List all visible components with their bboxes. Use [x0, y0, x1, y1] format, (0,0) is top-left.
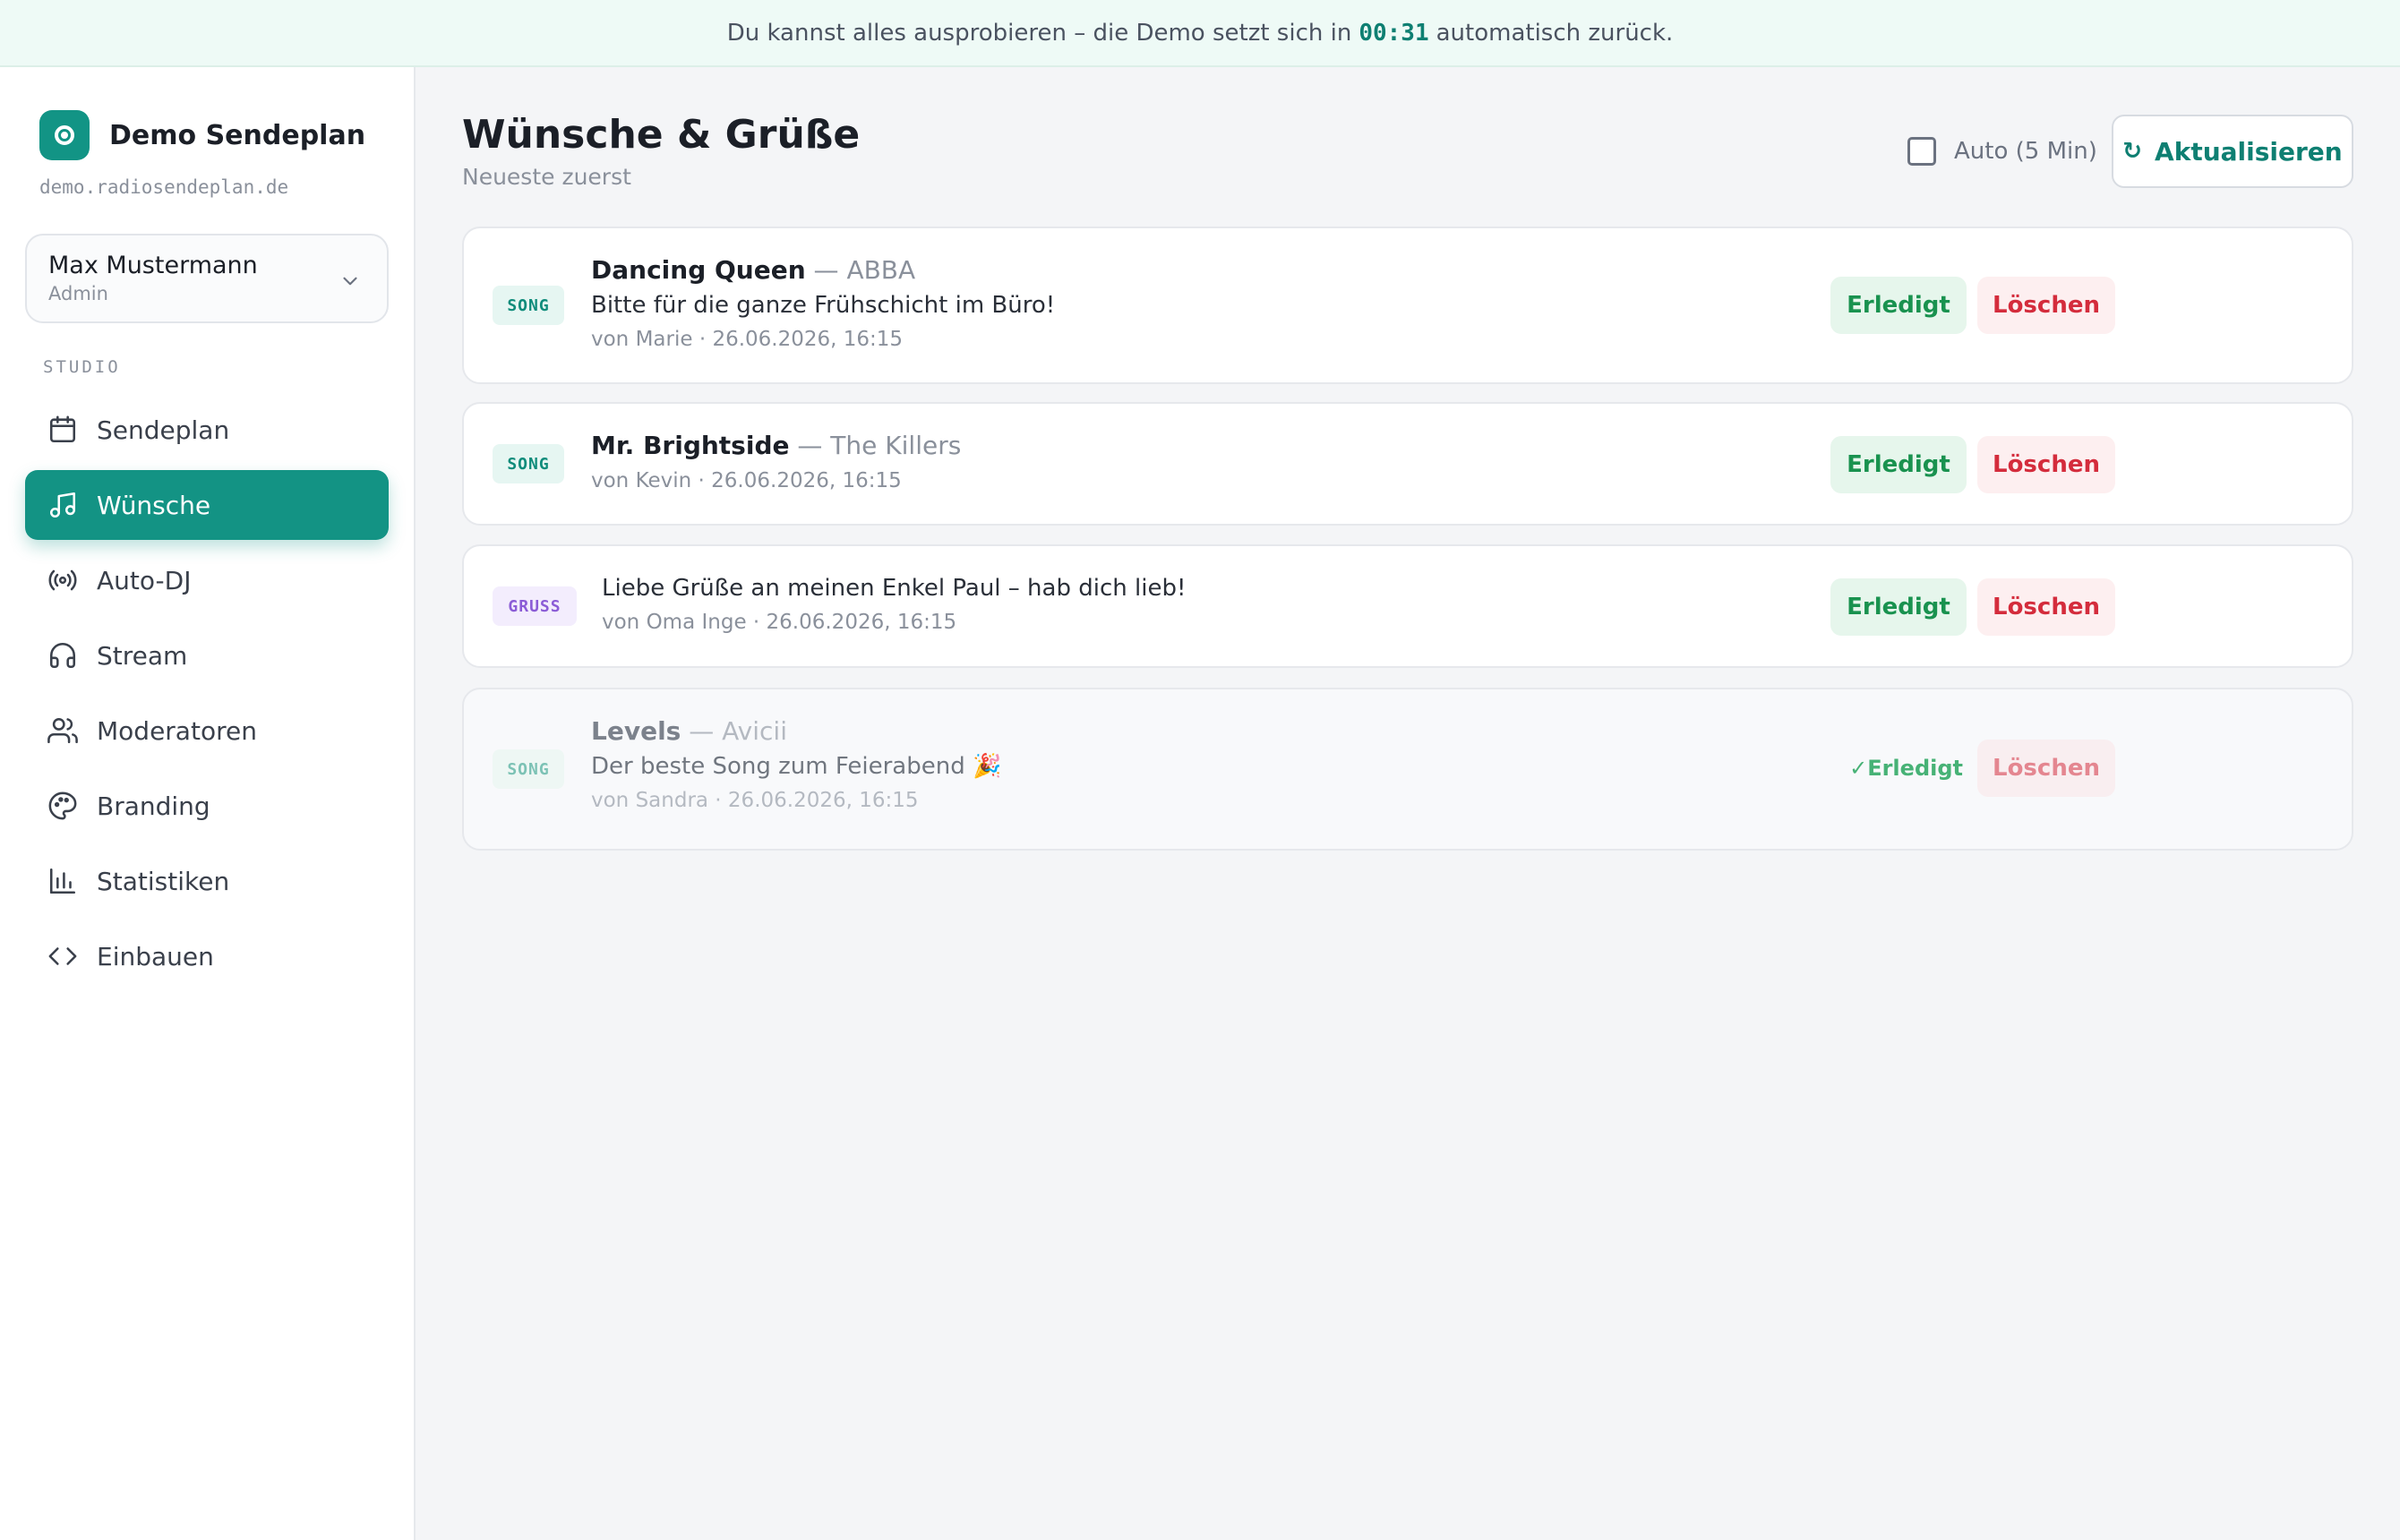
palette-icon — [47, 790, 79, 822]
chevron-down-icon — [339, 270, 362, 296]
request-meta: von Marie · 26.06.2026, 16:15 — [591, 328, 904, 351]
song-title: Dancing Queen — [591, 255, 806, 285]
delete-button[interactable]: Löschen — [1977, 578, 2115, 636]
sidebar-item-label: Einbauen — [97, 941, 214, 971]
request-card-done: SONG Levels — Avicii Der beste Song zum … — [462, 688, 2353, 851]
sidebar-item-sendeplan[interactable]: Sendeplan — [25, 395, 389, 465]
mark-done-button[interactable]: Erledigt — [1830, 578, 1967, 636]
user-role: Admin — [48, 283, 108, 304]
sidebar-item-label: Moderatoren — [97, 715, 257, 746]
main-content: Wünsche & Grüße Neueste zuerst Auto (5 M… — [417, 67, 2400, 1540]
sidebar: Demo Sendeplan demo.radiosendeplan.de Ma… — [0, 67, 416, 1540]
type-badge: GRUSS — [493, 586, 577, 626]
sidebar-nav: Sendeplan Wünsche Auto-DJ Stream Moderat… — [25, 395, 389, 997]
auto-refresh-checkbox[interactable] — [1907, 137, 1936, 166]
type-badge: SONG — [493, 749, 564, 789]
sidebar-item-wuensche[interactable]: Wünsche — [25, 470, 389, 540]
broadcast-icon — [47, 564, 79, 596]
sidebar-item-label: Sendeplan — [97, 415, 230, 445]
calendar-icon — [47, 414, 79, 446]
refresh-button-label: Aktualisieren — [2155, 136, 2343, 167]
type-badge: SONG — [493, 444, 564, 483]
auto-refresh-toggle[interactable]: Auto (5 Min) — [1907, 137, 2097, 166]
user-name: Max Mustermann — [48, 252, 258, 279]
sidebar-item-moderatoren[interactable]: Moderatoren — [25, 696, 389, 766]
radio-logo-icon — [39, 110, 90, 160]
request-card: SONG Mr. Brightside — The Killers von Ke… — [462, 402, 2353, 526]
brand[interactable]: Demo Sendeplan — [39, 110, 365, 160]
song-title: Levels — [591, 716, 681, 746]
sidebar-item-label: Auto-DJ — [97, 565, 192, 595]
song-artist: — ABBA — [813, 255, 916, 285]
refresh-icon: ↻ — [2122, 138, 2143, 165]
request-card: SONG Dancing Queen — ABBA Bitte für die … — [462, 227, 2353, 384]
request-message: Liebe Grüße an meinen Enkel Paul – hab d… — [602, 575, 1187, 602]
reset-timer: 00:31 — [1359, 19, 1429, 47]
refresh-button[interactable]: ↻ Aktualisieren — [2112, 115, 2353, 188]
request-message: Bitte für die ganze Frühschicht im Büro! — [591, 292, 1056, 319]
banner-text-end: automatisch zurück. — [1436, 19, 1674, 47]
users-icon — [47, 714, 79, 747]
sidebar-item-branding[interactable]: Branding — [25, 771, 389, 841]
brand-name: Demo Sendeplan — [109, 119, 366, 151]
song-artist: — The Killers — [797, 431, 962, 460]
bar-chart-icon — [47, 865, 79, 897]
mark-done-button[interactable]: Erledigt — [1830, 277, 1967, 334]
request-card: GRUSS Liebe Grüße an meinen Enkel Paul –… — [462, 544, 2353, 668]
delete-button[interactable]: Löschen — [1977, 277, 2115, 334]
sidebar-item-einbauen[interactable]: Einbauen — [25, 921, 389, 991]
auto-refresh-label: Auto (5 Min) — [1954, 138, 2097, 165]
delete-button[interactable]: Löschen — [1977, 436, 2115, 493]
sidebar-item-label: Branding — [97, 791, 210, 821]
banner-text: Du kannst alles ausprobieren – die Demo … — [726, 19, 1352, 47]
headphones-icon — [47, 639, 79, 672]
song-title: Mr. Brightside — [591, 431, 790, 460]
section-label-studio: STUDIO — [43, 357, 121, 377]
user-switcher[interactable]: Max Mustermann Admin — [25, 234, 389, 323]
code-icon — [47, 940, 79, 972]
request-message: Der beste Song zum Feierabend 🎉 — [591, 753, 1002, 780]
sidebar-item-auto-dj[interactable]: Auto-DJ — [25, 545, 389, 615]
done-status: ✓Erledigt — [1849, 756, 1963, 781]
sidebar-item-statistiken[interactable]: Statistiken — [25, 846, 389, 916]
request-meta: von Sandra · 26.06.2026, 16:15 — [591, 789, 919, 812]
sidebar-item-label: Wünsche — [97, 490, 211, 520]
brand-domain: demo.radiosendeplan.de — [39, 176, 289, 198]
demo-reset-banner: Du kannst alles ausprobieren – die Demo … — [0, 0, 2400, 67]
request-title: Levels — Avicii — [591, 716, 1001, 746]
request-meta: von Oma Inge · 26.06.2026, 16:15 — [602, 611, 957, 634]
delete-button[interactable]: Löschen — [1977, 740, 2115, 797]
request-title: Mr. Brightside — The Killers — [591, 431, 961, 460]
request-title: Dancing Queen — ABBA — [591, 255, 1055, 285]
page-title: Wünsche & Grüße — [462, 112, 861, 158]
mark-done-button[interactable]: Erledigt — [1830, 436, 1967, 493]
song-artist: — Avicii — [689, 716, 787, 746]
type-badge: SONG — [493, 286, 564, 325]
page-subtitle: Neueste zuerst — [462, 164, 631, 190]
music-note-icon — [47, 489, 79, 521]
request-meta: von Kevin · 26.06.2026, 16:15 — [591, 469, 902, 492]
sidebar-item-stream[interactable]: Stream — [25, 620, 389, 690]
sidebar-item-label: Statistiken — [97, 866, 230, 896]
sidebar-item-label: Stream — [97, 640, 188, 671]
